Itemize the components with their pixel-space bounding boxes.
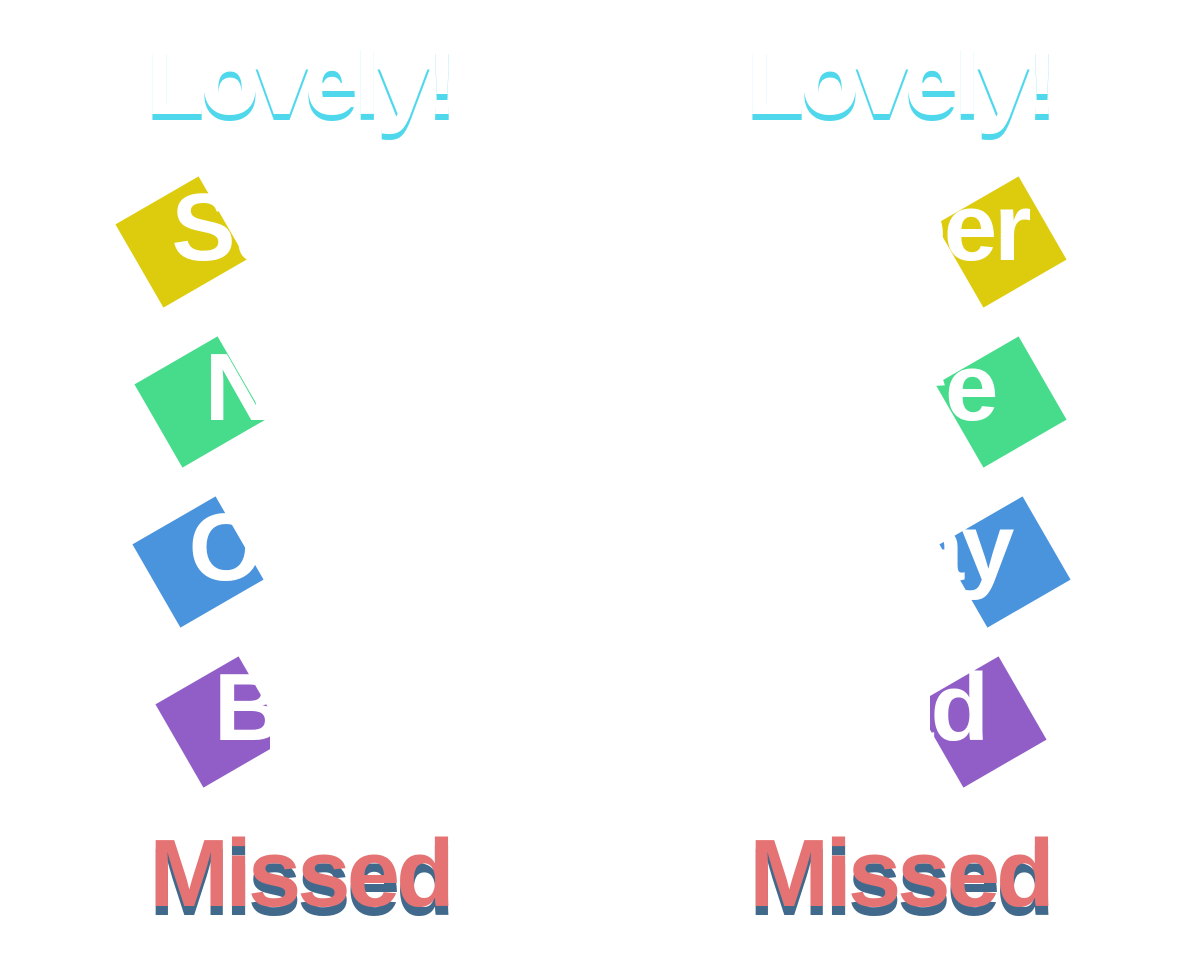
judgment-nice: Nice: [930, 334, 998, 441]
judgment-bad: Bad: [213, 654, 270, 761]
judgment-lovely: Lovely!: [745, 28, 1058, 135]
judgment-nice-tile: Nice: [600, 322, 1200, 482]
judgment-bad: Bad: [930, 654, 989, 761]
judgment-bad-tile: Bad: [600, 642, 1200, 802]
judgment-super-tile: Super: [600, 162, 1200, 322]
judgment-missed: Missed: [149, 820, 454, 927]
judgment-super-tile: Super: [0, 162, 600, 322]
judgment-bad-tile: Bad: [0, 642, 600, 802]
judgment-okay: Okay: [188, 494, 270, 601]
judgment-okay-tile: Okay: [600, 482, 1200, 642]
judgment-nice: Nice: [204, 334, 270, 441]
judgment-column-right: Lovely! Super Nice Okay: [600, 0, 1200, 960]
judgment-okay: Okay: [930, 494, 1014, 601]
judgment-super: Super: [171, 174, 270, 281]
judgment-nice-tile: Nice: [0, 322, 600, 482]
judgment-column-left: Lovely! Super Nice Okay Bad Missed: [0, 0, 600, 960]
judgment-okay-tile: Okay: [0, 482, 600, 642]
judgment-missed: Missed: [749, 820, 1054, 927]
judgment-lovely: Lovely!: [145, 28, 458, 135]
judgment-super: Super: [930, 174, 1032, 281]
